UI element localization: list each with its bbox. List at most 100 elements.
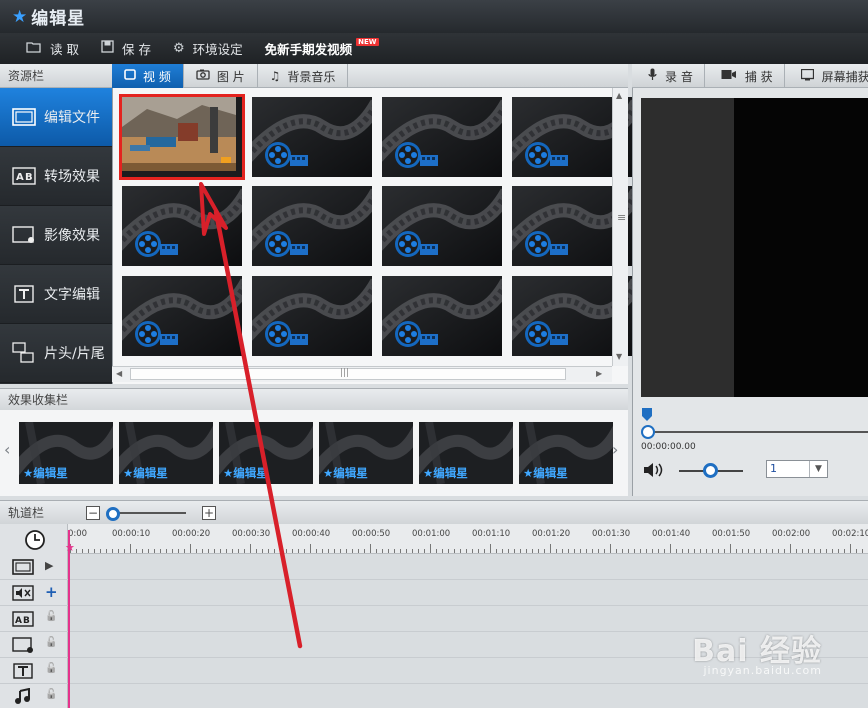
ruler-tick-mark [166,549,167,553]
zoom-out-button[interactable]: − [86,505,101,520]
save-button[interactable]: 保 存 [101,39,151,58]
ruler-tick-mark [748,549,749,553]
effect-item[interactable]: ★编辑星 [119,422,213,484]
read-button[interactable]: 读 取 [26,39,79,58]
audio-mute-track-icon[interactable] [12,584,34,602]
lock-icon[interactable]: 🔓 [45,637,57,648]
ruler-tick-label: 00:00:10 [112,529,151,539]
tab-screen-capture[interactable]: 屏幕捕获 [785,64,868,88]
ruler-tick-mark [778,549,779,553]
folder-open-icon [26,41,42,57]
ruler-tick-mark [502,549,503,553]
speed-select[interactable]: 1 ▼ [766,460,828,478]
lock-icon[interactable]: 🔓 [45,663,57,674]
chevron-down-icon[interactable]: ▼ [809,461,827,477]
zoom-slider[interactable] [106,506,192,521]
video-track-icon[interactable] [12,558,34,576]
seek-track[interactable] [648,431,868,433]
ruler-tick-label: 00:00:20 [172,529,211,539]
scroll-left-icon[interactable]: ◀ [116,369,122,378]
ruler-tick-mark [304,549,305,553]
ruler-tick-mark [460,549,461,553]
effect-item[interactable]: ★编辑星 [519,422,613,484]
preview-screen[interactable] [641,98,868,397]
ruler-tick-mark [832,549,833,553]
effect-item[interactable]: ★编辑星 [319,422,413,484]
ruler-tick-mark [292,549,293,553]
video-thumbnail[interactable] [382,97,502,177]
timeline-track-row[interactable]: 🔓 [0,684,868,708]
tab-record-audio[interactable]: 录 音 [632,64,705,88]
sidebar-item-edit-file[interactable]: 编辑文件 [0,88,112,147]
lock-icon[interactable]: 🔓 [45,611,57,622]
ruler-tick-mark [112,549,113,553]
video-thumbnail[interactable] [252,186,372,266]
sidebar-item-transition[interactable]: AB 转场效果 [0,147,112,206]
volume-icon[interactable] [643,462,663,481]
ruler-tick-label: 00:01:30 [592,529,631,539]
sidebar-item-image-effect[interactable]: 影像效果 [0,206,112,265]
watermark-url: jingyan.baidu.com [703,664,822,677]
playhead-line[interactable] [68,530,70,708]
ruler-tick-mark [142,549,143,553]
ruler-tick-mark [388,549,389,553]
seek-marker[interactable] [641,408,653,422]
video-thumbnail[interactable] [252,276,372,356]
timeline-ruler[interactable]: 0:00 00:00:10 00:00:20 00:00:30 00:00:40 00:0… [68,524,868,554]
ruler-tick-mark [652,549,653,553]
ruler-tick-mark [772,549,773,553]
timeline-track-row[interactable]: ▶ [0,554,868,580]
ruler-tick-mark [214,549,215,553]
ruler-tick-mark [862,549,863,553]
video-thumbnail[interactable] [382,186,502,266]
video-thumbnail-selected[interactable] [119,94,245,180]
expand-track-icon[interactable]: ▶ [45,559,53,572]
scroll-up-icon[interactable]: ▲ [616,91,622,100]
ruler-tick-mark [124,549,125,553]
scroll-grip-icon[interactable]: ||| [340,368,349,378]
zoom-slider-knob[interactable] [106,506,121,521]
ruler-tick-mark [490,544,491,553]
scroll-right-icon[interactable]: ▶ [596,369,602,378]
sidebar-item-label: 编辑文件 [44,110,100,126]
free-phone-video-button[interactable]: 免新手期发视频 NEW [265,37,379,58]
tab-capture[interactable]: 捕 获 [705,64,785,88]
effect-track-icon[interactable] [12,636,34,654]
lock-icon[interactable]: 🔓 [45,689,57,700]
ruler-tick-mark [568,549,569,553]
horizontal-scrollbar[interactable]: ◀ ||| ▶ [112,366,612,382]
scroll-grip-icon[interactable]: ≡ [617,212,626,223]
video-thumbnail[interactable] [382,276,502,356]
chevron-left-icon[interactable]: ‹ [4,440,10,459]
video-thumbnail[interactable] [122,186,242,266]
seek-knob[interactable] [641,425,655,439]
sidebar-item-intro-outro[interactable]: 片头/片尾 [0,324,112,383]
effect-item[interactable]: ★编辑星 [419,422,513,484]
ruler-tick-mark [88,549,89,553]
video-thumbnail[interactable] [122,276,242,356]
text-track-icon[interactable] [12,662,34,680]
effect-item[interactable]: ★编辑星 [219,422,313,484]
ruler-tick-label: 00:00:40 [292,529,331,539]
volume-knob[interactable] [703,463,718,478]
tab-video[interactable]: 视 频 [112,64,184,88]
ruler-tick-mark [634,549,635,553]
ruler-tick-mark [352,549,353,553]
tab-record-audio-label: 录 音 [665,69,693,84]
settings-button[interactable]: ⚙ 环境设定 [173,39,243,58]
music-track-icon[interactable] [12,688,34,706]
vertical-scrollbar[interactable]: ▲ ≡ ▼ [612,88,628,366]
timeline-track-row[interactable]: + [0,580,868,606]
effect-item[interactable]: ★编辑星 [19,422,113,484]
zoom-in-button[interactable]: + [202,505,217,520]
ruler-tick-mark [358,549,359,553]
tab-bgmusic[interactable]: ♫ 背景音乐 [258,64,349,88]
ruler-tick-mark [232,549,233,553]
tab-picture[interactable]: 图 片 [184,64,258,88]
transition-track-icon[interactable]: AB [12,610,34,628]
video-thumbnail[interactable] [252,97,372,177]
sidebar-item-text-edit[interactable]: 文字编辑 [0,265,112,324]
playhead-marker-icon[interactable]: ★ [65,541,75,554]
add-track-icon[interactable]: + [45,583,58,601]
scroll-down-icon[interactable]: ▼ [616,352,622,361]
